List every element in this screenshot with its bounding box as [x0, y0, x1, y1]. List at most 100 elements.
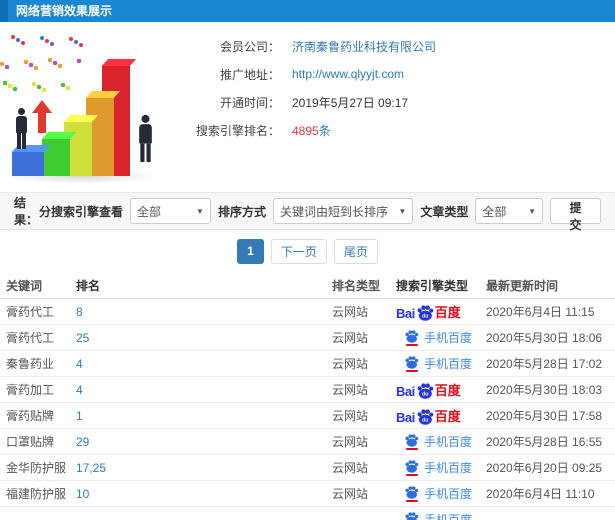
rank-type-cell: 云网站: [332, 461, 369, 475]
header-rank: 排名: [76, 278, 101, 293]
rank-link[interactable]: 10: [76, 487, 332, 501]
updated-cell: 2020年5月28日 16:55: [486, 435, 603, 449]
rank-type-cell: 云网站: [332, 305, 369, 319]
baidu-mobile-logo: 手机百度: [404, 511, 472, 520]
baidu-logo-cn-text: 百度: [434, 305, 461, 320]
rank-count-number: 4895: [292, 123, 319, 138]
baidu-mobile-logo: 手机百度: [404, 459, 472, 476]
updated-cell: 2020年5月30日 18:06: [486, 331, 603, 345]
baidu-mobile-label: 手机百度: [424, 331, 473, 345]
search-engine-cell: Bai du 百度: [396, 380, 486, 399]
red-underline: [405, 473, 418, 476]
red-underline: [405, 343, 418, 346]
baidu-pc-logo: Bai du 百度: [396, 406, 461, 425]
rank-link[interactable]: 4: [76, 383, 332, 397]
baidu-mobile-paw-icon: [404, 355, 419, 372]
keyword-cell: 膏药代工: [6, 331, 55, 345]
promo-url-label: 推广地址：: [219, 67, 280, 82]
sort-label: 排序方式: [217, 204, 266, 219]
sort-select[interactable]: 关键词由短到长排序 ▼: [272, 198, 414, 224]
promo-url-link[interactable]: http://www.qlyyjt.com: [292, 67, 404, 81]
baidu-mobile-paw-icon: [404, 329, 419, 346]
updated-cell: 2020年5月28日 17:02: [486, 357, 603, 371]
red-underline: [405, 447, 418, 450]
engine-rank-row: 搜索引擎排名： 4895条: [172, 116, 602, 144]
table-row: 福建防护服 10 云网站 Bai du 百度: [0, 481, 615, 507]
updated-cell: 2020年6月20日 09:25: [486, 461, 603, 475]
search-engine-cell: Bai du 百度: [396, 459, 486, 476]
updated-cell: 2020年6月4日 11:10: [486, 487, 595, 501]
rank-link[interactable]: 17,25: [76, 461, 332, 475]
table-row: 膏药加工 4 云网站 Bai du 百度 2020年5月30日 18:03: [0, 377, 615, 403]
baidu-mobile-label: 手机百度: [424, 461, 473, 475]
keyword-cell: 福建防护服: [6, 487, 67, 501]
bar-chart-growth-illustration: [0, 30, 175, 188]
baidu-mobile-paw-icon: [404, 459, 419, 476]
header-keyword: 关键词: [6, 278, 43, 293]
svg-text:du: du: [422, 418, 429, 424]
title-bar: 网络营销效果展示: [0, 0, 615, 22]
keyword-cell: 膏药代工: [6, 305, 55, 319]
table-row: 口罩贴牌 29 云网站 Bai du 百度: [0, 429, 615, 455]
rank-link[interactable]: 1: [76, 409, 332, 423]
keyword-cell: 金华防护服: [6, 461, 67, 475]
submit-button[interactable]: 提交: [550, 198, 601, 232]
updated-cell: 2020年5月30日 18:03: [486, 383, 603, 397]
baidu-pc-logo: Bai du 百度: [396, 380, 461, 399]
next-page-button[interactable]: 下一页: [270, 238, 327, 264]
page-title: 网络营销效果展示: [16, 4, 113, 18]
open-time-value: 2019年5月27日 09:17: [292, 95, 409, 110]
keyword-cell: 口罩贴牌: [6, 435, 55, 449]
chevron-down-icon: ▼: [528, 206, 536, 216]
rank-type-cell: 云网站: [332, 435, 369, 449]
baidu-mobile-paw-icon: [404, 511, 419, 520]
article-type-select[interactable]: 全部 ▼: [475, 198, 543, 224]
baidu-mobile-label: 手机百度: [424, 435, 473, 449]
engine-filter-select[interactable]: 全部 ▼: [129, 198, 211, 224]
rank-link[interactable]: 25: [76, 331, 332, 345]
baidu-mobile-label: 手机百度: [424, 513, 473, 520]
search-engine-cell: Bai du 百度: [396, 355, 486, 372]
results-label: 结果：: [14, 196, 39, 227]
page-1-button[interactable]: 1: [237, 238, 264, 264]
baidu-mobile-paw-icon: [404, 485, 419, 502]
search-engine-cell: Bai du 百度: [396, 511, 486, 520]
last-page-button[interactable]: 尾页: [333, 238, 378, 264]
table-row: 秦鲁药业 4 云网站 Bai du 百度: [0, 351, 615, 377]
baidu-paw-icon: du: [417, 409, 433, 425]
baidu-logo-bai-text: Bai: [396, 306, 415, 321]
ranking-table: 关键词 排名 排名类型 搜索引擎类型 最新更新时间 膏药代工 8 云网站 Bai…: [0, 272, 615, 520]
baidu-pc-logo: Bai du 百度: [396, 302, 461, 321]
search-engine-cell: Bai du 百度: [396, 406, 486, 425]
engine-rank-value: 4895条: [292, 122, 331, 139]
member-company-link[interactable]: 济南秦鲁药业科技有限公司: [292, 38, 436, 55]
keyword-cell: 膏药贴牌: [6, 409, 55, 423]
header-updated: 最新更新时间: [486, 278, 559, 293]
table-row: Bai du 百度: [0, 507, 615, 520]
rank-link[interactable]: 8: [76, 305, 332, 319]
table-row: 金华防护服 17,25 云网站 Bai du 百度: [0, 455, 615, 481]
member-info: 会员公司： 济南秦鲁药业科技有限公司 推广地址： http://www.qlyy…: [172, 32, 602, 144]
engine-filter-value: 全部: [136, 204, 161, 219]
rank-link[interactable]: 4: [76, 357, 332, 371]
baidu-mobile-logo: 手机百度: [404, 433, 472, 450]
table-row: 膏药代工 8 云网站 Bai du 百度 2020年6月4日 11:15: [0, 299, 615, 325]
filter-controls: 分搜索引擎查看 全部 ▼ 排序方式 关键词由短到长排序 ▼ 文章类型 全部 ▼ …: [39, 198, 601, 232]
businessman-figure-left: [16, 108, 27, 149]
table-row: 膏药代工 25 云网站 Bai du 百度: [0, 325, 615, 351]
table-row: 膏药贴牌 1 云网站 Bai du 百度 2020年5月30日 17:58: [0, 403, 615, 429]
baidu-logo-cn-text: 百度: [434, 409, 461, 424]
confetti-dots: [0, 30, 95, 110]
search-engine-cell: Bai du 百度: [396, 485, 486, 502]
svg-text:du: du: [422, 314, 429, 320]
updated-cell: 2020年6月4日 11:15: [486, 305, 595, 319]
rank-type-cell: 云网站: [332, 487, 369, 501]
sort-value: 关键词由短到长排序: [279, 204, 388, 219]
baidu-mobile-paw-icon: [404, 433, 419, 450]
baidu-mobile-logo: 手机百度: [404, 485, 472, 502]
header-engine-type: 搜索引擎类型: [396, 278, 469, 293]
rank-link[interactable]: 29: [76, 435, 332, 449]
member-company-label: 会员公司：: [219, 39, 280, 54]
chevron-down-icon: ▼: [398, 206, 407, 216]
pagination: 1 下一页 尾页: [0, 230, 615, 272]
